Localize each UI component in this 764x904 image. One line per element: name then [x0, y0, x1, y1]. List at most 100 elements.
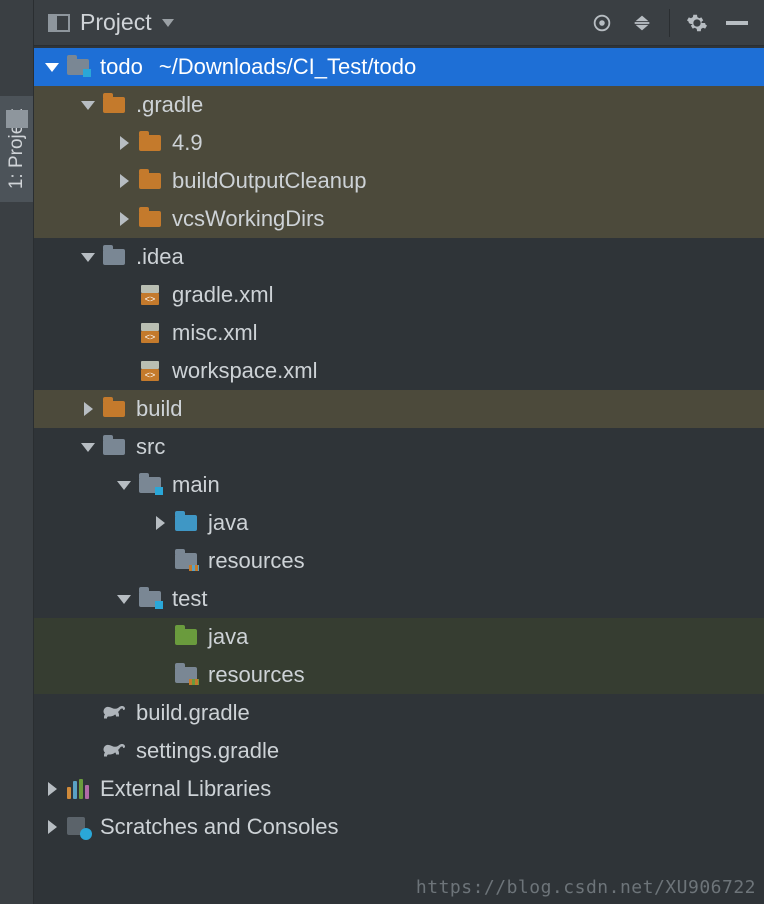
xml-file-icon: <> — [138, 360, 162, 382]
excluded-folder-icon — [102, 398, 126, 420]
expand-arrow-icon[interactable] — [42, 817, 62, 837]
module-folder-icon — [66, 56, 90, 78]
tree-node-label: vcsWorkingDirs — [172, 206, 324, 232]
tree-node-gradle-49[interactable]: 4.9 — [34, 124, 764, 162]
tree-node-ext-lib[interactable]: External Libraries — [34, 770, 764, 808]
tree-node-workspace[interactable]: <> workspace.xml — [34, 352, 764, 390]
project-panel: Project — [34, 0, 764, 904]
tree-node-label: gradle.xml — [172, 282, 273, 308]
collapse-arrow-icon[interactable] — [42, 57, 62, 77]
test-resources-folder-icon — [174, 664, 198, 686]
expand-arrow-icon[interactable] — [114, 209, 134, 229]
folder-icon — [102, 436, 126, 458]
project-tree[interactable]: todo ~/Downloads/CI_Test/todo .gradle 4.9 bu… — [34, 46, 764, 904]
tree-node-label: resources — [208, 662, 305, 688]
gradle-file-icon — [102, 740, 126, 762]
arrow-placeholder — [150, 551, 170, 571]
external-libraries-icon — [66, 778, 90, 800]
excluded-folder-icon — [138, 170, 162, 192]
folder-icon — [102, 246, 126, 268]
gutter-extra-icon[interactable] — [6, 110, 28, 128]
tool-window-gutter: 1: Project — [0, 0, 34, 904]
expand-arrow-icon[interactable] — [114, 133, 134, 153]
tree-node-settings-gradle[interactable]: settings.gradle — [34, 732, 764, 770]
settings-button[interactable] — [682, 8, 712, 38]
excluded-folder-icon — [138, 208, 162, 230]
collapse-arrow-icon[interactable] — [78, 247, 98, 267]
project-view-title: Project — [80, 9, 152, 36]
tree-node-label: .idea — [136, 244, 184, 270]
xml-file-icon: <> — [138, 322, 162, 344]
tree-node-todo[interactable]: todo ~/Downloads/CI_Test/todo — [34, 48, 764, 86]
arrow-placeholder — [78, 741, 98, 761]
arrow-placeholder — [150, 627, 170, 647]
arrow-placeholder — [150, 665, 170, 685]
tree-node-label: Scratches and Consoles — [100, 814, 338, 840]
tree-node-label: 4.9 — [172, 130, 203, 156]
tree-node-label: resources — [208, 548, 305, 574]
excluded-folder-icon — [138, 132, 162, 154]
locate-button[interactable] — [587, 8, 617, 38]
arrow-placeholder — [78, 703, 98, 723]
scratches-icon — [66, 816, 90, 838]
tree-node-gradle-boc[interactable]: buildOutputCleanup — [34, 162, 764, 200]
tree-node-label: main — [172, 472, 220, 498]
tree-node-label: src — [136, 434, 165, 460]
collapse-arrow-icon[interactable] — [114, 475, 134, 495]
collapse-all-button[interactable] — [627, 8, 657, 38]
expand-arrow-icon[interactable] — [78, 399, 98, 419]
tree-node-label: buildOutputCleanup — [172, 168, 366, 194]
tree-node-idea-dir[interactable]: .idea — [34, 238, 764, 276]
project-tool-window-icon — [48, 14, 70, 32]
tree-node-build-dir[interactable]: build — [34, 390, 764, 428]
collapse-arrow-icon[interactable] — [78, 437, 98, 457]
tree-node-test-dir[interactable]: test — [34, 580, 764, 618]
watermark-text: https://blog.csdn.net/XU906722 — [416, 877, 756, 898]
resources-folder-icon — [174, 550, 198, 572]
source-folder-icon — [174, 512, 198, 534]
tree-node-main-java[interactable]: java — [34, 504, 764, 542]
tree-node-label: workspace.xml — [172, 358, 317, 384]
tree-node-label: test — [172, 586, 207, 612]
tree-node-path: ~/Downloads/CI_Test/todo — [159, 54, 416, 80]
tree-node-label: build.gradle — [136, 700, 250, 726]
tree-node-gradle-xml[interactable]: <> gradle.xml — [34, 276, 764, 314]
tree-node-label: settings.gradle — [136, 738, 279, 764]
arrow-placeholder — [114, 285, 134, 305]
arrow-placeholder — [114, 323, 134, 343]
collapse-arrow-icon[interactable] — [78, 95, 98, 115]
toolbar-separator — [669, 9, 670, 37]
chevron-down-icon — [162, 19, 174, 27]
tree-node-main-dir[interactable]: main — [34, 466, 764, 504]
arrow-placeholder — [114, 361, 134, 381]
tree-node-scratches[interactable]: Scratches and Consoles — [34, 808, 764, 846]
xml-file-icon: <> — [138, 284, 162, 306]
tree-node-build-gradle[interactable]: build.gradle — [34, 694, 764, 732]
project-view-selector[interactable]: Project — [48, 9, 174, 36]
tree-node-gradle-dir[interactable]: .gradle — [34, 86, 764, 124]
tree-node-misc-xml[interactable]: <> misc.xml — [34, 314, 764, 352]
test-folder-icon — [174, 626, 198, 648]
module-folder-icon — [138, 474, 162, 496]
tree-node-label: java — [208, 510, 248, 536]
project-toolbar: Project — [34, 0, 764, 46]
expand-arrow-icon[interactable] — [114, 171, 134, 191]
tree-node-test-res[interactable]: resources — [34, 656, 764, 694]
tree-node-src-dir[interactable]: src — [34, 428, 764, 466]
tree-node-label: .gradle — [136, 92, 203, 118]
gradle-file-icon — [102, 702, 126, 724]
tree-node-label: build — [136, 396, 182, 422]
expand-arrow-icon[interactable] — [150, 513, 170, 533]
tree-node-label: misc.xml — [172, 320, 258, 346]
tree-node-test-java[interactable]: java — [34, 618, 764, 656]
expand-arrow-icon[interactable] — [42, 779, 62, 799]
tree-node-label: todo — [100, 54, 143, 80]
tree-node-main-res[interactable]: resources — [34, 542, 764, 580]
collapse-arrow-icon[interactable] — [114, 589, 134, 609]
tree-node-gradle-vcs[interactable]: vcsWorkingDirs — [34, 200, 764, 238]
tree-node-label: java — [208, 624, 248, 650]
excluded-folder-icon — [102, 94, 126, 116]
tree-node-label: External Libraries — [100, 776, 271, 802]
module-folder-icon — [138, 588, 162, 610]
hide-button[interactable] — [722, 8, 752, 38]
